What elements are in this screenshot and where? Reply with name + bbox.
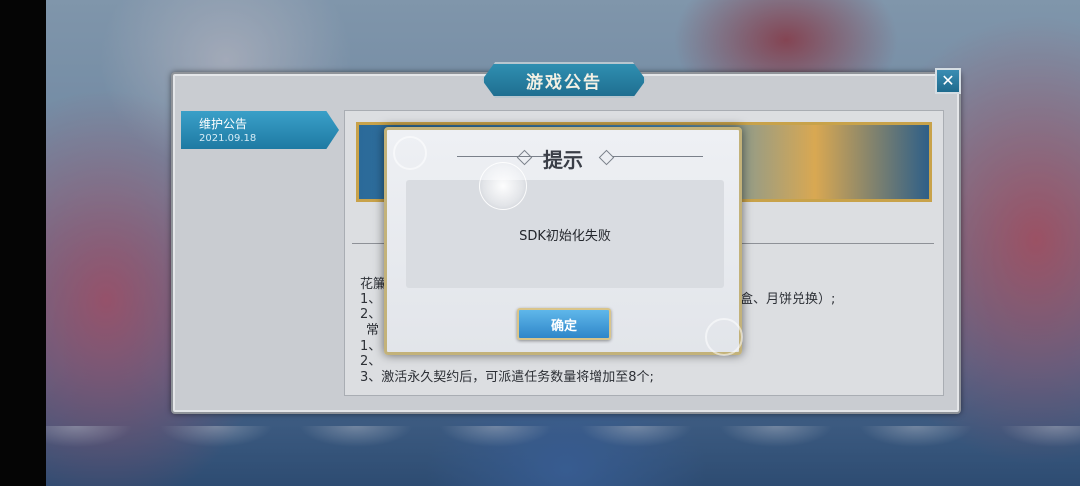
dialog-message-box: SDK初始化失败 (406, 180, 724, 288)
prompt-dialog: 提示 SDK初始化失败 确定 (384, 127, 743, 356)
announcement-title-plate: 游戏公告 (482, 62, 646, 98)
announcement-title: 游戏公告 (526, 72, 602, 93)
notice-line: 盒、月饼兑换）; (740, 292, 836, 307)
sparkle-effect (479, 162, 527, 210)
tab-maintenance-notice[interactable]: 维护公告 2021.09.18 (181, 111, 339, 149)
dialog-message: SDK初始化失败 (519, 228, 611, 244)
close-button[interactable]: ✕ (935, 68, 961, 94)
notice-line: 3、激活永久契约后，可派遣任务数量将增加至8个; (360, 370, 654, 385)
decorative-ring (705, 318, 743, 356)
letterbox-bar (0, 0, 46, 486)
tab-title: 维护公告 (199, 117, 248, 131)
tab-date: 2021.09.18 (199, 133, 257, 144)
confirm-button[interactable]: 确定 (517, 308, 611, 340)
close-icon: ✕ (941, 71, 955, 90)
dialog-title: 提示 (543, 148, 583, 172)
